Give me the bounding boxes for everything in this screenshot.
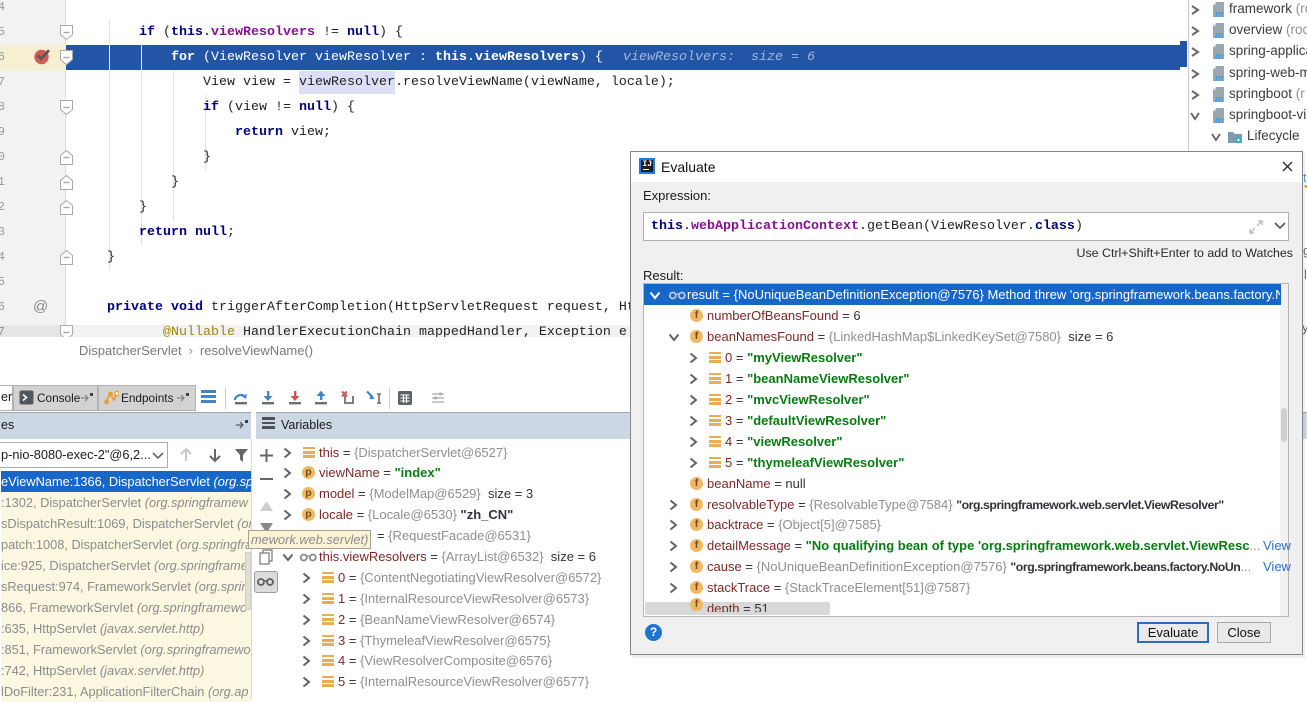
svg-text:m: m	[1215, 114, 1224, 124]
svg-text:m: m	[1215, 93, 1224, 103]
svg-text:m: m	[1215, 8, 1224, 18]
svg-text:m: m	[1215, 29, 1224, 39]
svg-text:m: m	[1215, 50, 1224, 60]
svg-text:m: m	[1215, 72, 1224, 82]
